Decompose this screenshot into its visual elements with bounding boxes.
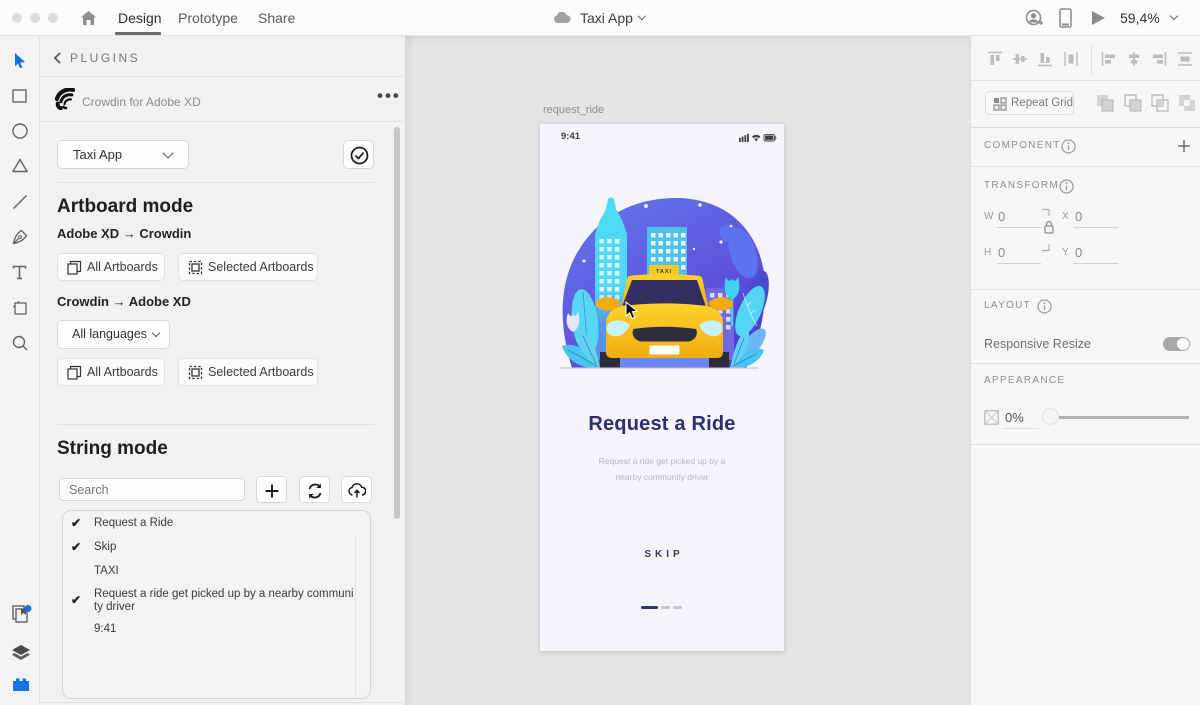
svg-text:TAXI: TAXI	[656, 269, 672, 275]
